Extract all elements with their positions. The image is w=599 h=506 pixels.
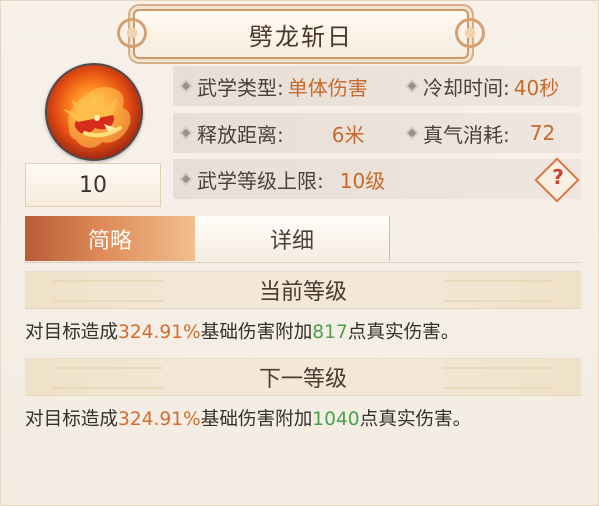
bullet-icon — [181, 81, 191, 91]
current-level-title: 当前等级 — [258, 280, 347, 305]
tab-detail-label: 详细 — [269, 228, 314, 254]
next-percent: 324.91% — [117, 409, 201, 430]
stat-row-type-cooldown: 武学类型: 单体伤害 冷却时间: 40秒 — [173, 66, 581, 106]
current-suffix: 点真实伤害。 — [347, 322, 460, 343]
stat-max-level: 武学等级上限: 10级 — [173, 159, 581, 199]
energy-value: 72 — [529, 121, 556, 145]
stat-range: 释放距离: 6米 — [173, 113, 399, 153]
bullet-icon — [407, 128, 417, 138]
bullet-icon — [181, 174, 191, 184]
current-middle: 基础伤害附加 — [200, 322, 313, 343]
skill-level-display: 10 — [25, 163, 161, 207]
stat-cooldown: 冷却时间: 40秒 — [399, 66, 581, 106]
cooldown-value: 40秒 — [513, 75, 560, 100]
max-level-value: 10级 — [339, 168, 386, 193]
tab-bar: 简略 详细 — [25, 216, 581, 263]
next-prefix: 对目标造成 — [25, 409, 118, 430]
bullet-icon — [181, 128, 191, 138]
help-mark[interactable]: ? — [550, 165, 566, 189]
current-bonus: 817 — [312, 322, 348, 343]
type-label: 武学类型: — [197, 75, 284, 100]
max-level-label: 武学等级上限: — [197, 168, 324, 193]
next-suffix: 点真实伤害。 — [359, 409, 472, 430]
skill-detail-panel: 劈龙斩日 10 武学类型: 单体伤害 冷却时间: 40秒 释放距离: 6米 真气… — [0, 0, 599, 506]
energy-label: 真气消耗: — [423, 122, 510, 147]
stat-type: 武学类型: 单体伤害 — [173, 66, 399, 106]
next-level-heading: 下一等级 — [25, 358, 581, 396]
tab-summary[interactable]: 简略 — [25, 216, 195, 261]
bullet-icon — [407, 81, 417, 91]
type-value: 单体伤害 — [287, 75, 368, 100]
current-prefix: 对目标造成 — [25, 322, 118, 343]
stat-row-max-level: 武学等级上限: 10级 ? — [173, 157, 581, 203]
range-label: 释放距离: — [197, 122, 284, 147]
stat-row-range-energy: 释放距离: 6米 真气消耗: 72 — [173, 113, 581, 153]
next-middle: 基础伤害附加 — [200, 409, 313, 430]
next-level-title: 下一等级 — [258, 367, 347, 392]
next-level-description: 对目标造成324.91%基础伤害附加1040点真实伤害。 — [25, 404, 581, 431]
dragon-illustration — [63, 87, 131, 148]
cooldown-label: 冷却时间: — [423, 75, 510, 100]
skill-title: 劈龙斩日 — [249, 22, 353, 51]
dragon-fire-icon — [45, 63, 143, 161]
next-bonus: 1040 — [312, 409, 360, 430]
stat-energy: 真气消耗: 72 — [399, 113, 581, 153]
range-value: 6米 — [331, 122, 365, 147]
current-percent: 324.91% — [117, 322, 201, 343]
current-level-description: 对目标造成324.91%基础伤害附加817点真实伤害。 — [25, 317, 581, 344]
tab-summary-label: 简略 — [87, 228, 132, 254]
skill-level-value: 10 — [79, 172, 107, 198]
current-level-heading: 当前等级 — [25, 271, 581, 309]
title-plaque: 劈龙斩日 — [117, 9, 485, 59]
tab-detail[interactable]: 详细 — [195, 216, 390, 261]
